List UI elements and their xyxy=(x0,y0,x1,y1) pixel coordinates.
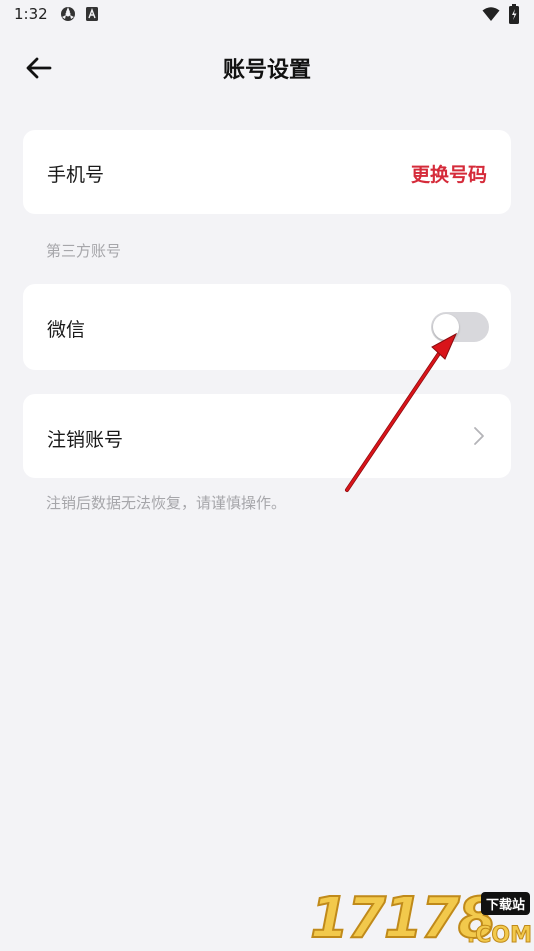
cancel-warning-text: 注销后数据无法恢复，请谨慎操作。 xyxy=(46,494,287,512)
phone-number-label: 手机号 xyxy=(47,164,105,186)
cancel-account-row[interactable]: 注销账号 xyxy=(23,394,511,478)
wechat-row: 微信 xyxy=(23,284,511,370)
watermark-suffix: .COM xyxy=(466,923,532,949)
wifi-icon xyxy=(482,7,500,21)
page-title: 账号设置 xyxy=(222,58,311,83)
wechat-label: 微信 xyxy=(47,319,86,341)
watermark-badge: 下载站 xyxy=(480,892,530,915)
font-a-icon xyxy=(86,7,98,21)
change-number-button[interactable]: 更换号码 xyxy=(411,160,487,187)
phone-number-row: 手机号 更换号码 xyxy=(23,130,511,214)
status-bar: 1:32 xyxy=(0,0,534,30)
third-party-section-label: 第三方账号 xyxy=(46,242,122,260)
watermark-logo: 17178 下载站 .COM xyxy=(309,887,534,951)
cancel-account-label: 注销账号 xyxy=(47,429,124,451)
chevron-right-icon xyxy=(474,427,484,445)
toggle-knob xyxy=(433,314,459,340)
header: 账号设置 xyxy=(0,40,534,96)
status-time: 1:32 xyxy=(14,5,48,23)
wechat-toggle[interactable] xyxy=(431,312,489,342)
battery-icon xyxy=(509,4,519,24)
android-system-icon xyxy=(61,7,75,21)
